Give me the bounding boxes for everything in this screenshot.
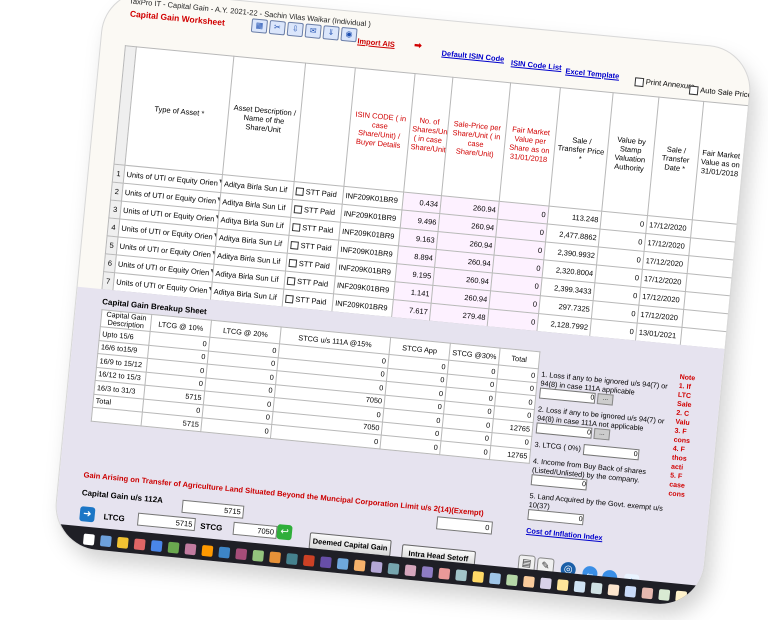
- taskbar-app-icon[interactable]: [404, 563, 417, 576]
- taskbar-app-icon[interactable]: [522, 575, 535, 588]
- taskbar-app-icon[interactable]: [302, 554, 315, 567]
- arrow-icon: ➡: [413, 39, 423, 51]
- taskbar-app-icon[interactable]: [269, 550, 282, 563]
- adjustments-panel: 1. Loss if any to be ignored u/s 94(7) o…: [526, 370, 681, 549]
- land-input[interactable]: 0: [527, 508, 585, 526]
- buyback-item: 4. Income from Buy Back of shares (Liste…: [530, 456, 673, 498]
- excel-template-link[interactable]: Excel Template: [565, 67, 620, 81]
- header-type: Type of Asset *: [124, 46, 234, 175]
- checkbox-icon[interactable]: [688, 85, 699, 95]
- taskbar-app-icon[interactable]: [421, 565, 434, 578]
- email-icon[interactable]: ✉: [304, 23, 322, 39]
- header-desc: Asset Description / Name of the Share/Un…: [222, 56, 306, 182]
- ltcg-input[interactable]: 5715: [136, 512, 196, 532]
- isin-list-link[interactable]: ISIN Code List: [511, 58, 562, 72]
- taskbar-app-icon[interactable]: [590, 581, 603, 594]
- excel-icon[interactable]: ▦: [250, 18, 269, 34]
- ltcg-zero-input[interactable]: 0: [582, 443, 640, 461]
- agri-land-input[interactable]: 0: [435, 516, 493, 535]
- import-ais-link[interactable]: Import AIS: [357, 36, 395, 49]
- taskbar-app-icon[interactable]: [624, 585, 637, 598]
- back-arrow-icon[interactable]: ↩: [276, 524, 293, 541]
- checkbox-icon[interactable]: [634, 76, 645, 87]
- stcg-input[interactable]: 7050: [232, 521, 278, 539]
- breakup-table: Capital Gain Description LTCG @ 10% LTCG…: [90, 309, 541, 464]
- taskbar-app-icon[interactable]: [573, 580, 586, 593]
- taskbar-app-icon[interactable]: [184, 542, 197, 555]
- taskbar-app-icon[interactable]: [455, 568, 468, 581]
- loss-111a-item: 1. Loss if any to be ignored u/s 94(7) o…: [538, 370, 681, 412]
- stt-checkbox-icon[interactable]: [293, 205, 303, 214]
- taskbar-app-icon[interactable]: [150, 539, 163, 552]
- taskbar-app-icon[interactable]: [133, 537, 146, 550]
- stt-checkbox-icon[interactable]: [285, 294, 294, 304]
- loss-non111a-item: 2. Loss if any to be ignored u/s 94(7) o…: [535, 404, 678, 446]
- taskbar-app-icon[interactable]: [607, 583, 620, 596]
- stt-checkbox-icon[interactable]: [291, 223, 301, 232]
- taskbar-app-icon[interactable]: [235, 547, 248, 560]
- taskbar-app-icon[interactable]: [505, 573, 518, 586]
- taskbar-app-icon[interactable]: [218, 546, 231, 559]
- ltcg-label: LTCG: [103, 512, 126, 524]
- taskbar-app-icon[interactable]: [201, 544, 214, 557]
- taskbar-app-icon[interactable]: [116, 536, 129, 549]
- taskbar-app-icon[interactable]: [82, 533, 95, 546]
- ellipsis-icon[interactable]: …: [593, 427, 611, 441]
- taskbar-app-icon[interactable]: [167, 541, 180, 554]
- tilted-screen: TaxPro IT - Capital Gain - A.Y. 2021-22 …: [52, 0, 754, 608]
- taskbar-app-icon[interactable]: [99, 534, 112, 547]
- taskbar-app-icon[interactable]: [472, 570, 485, 583]
- ellipsis-icon[interactable]: …: [596, 393, 614, 406]
- taskbar-app-icon[interactable]: [336, 557, 349, 570]
- taskbar-app-icon[interactable]: [353, 559, 366, 572]
- web-icon[interactable]: ◉: [340, 26, 358, 43]
- breakup-value: 12765: [489, 445, 531, 463]
- default-isin-link[interactable]: Default ISIN Code: [441, 49, 505, 64]
- taskbar-app-icon[interactable]: [438, 567, 451, 580]
- taskbar-app-icon[interactable]: [675, 590, 688, 603]
- capital-gain-window: TaxPro IT - Capital Gain - A.Y. 2021-22 …: [52, 0, 754, 608]
- auto-sale-price-check[interactable]: Auto Sale Price: [688, 85, 752, 100]
- down-icon[interactable]: ⇓: [322, 25, 340, 41]
- stt-checkbox-icon[interactable]: [288, 258, 298, 268]
- taskbar-app-icon[interactable]: [489, 572, 502, 585]
- taskbar-app-icon[interactable]: [641, 586, 654, 599]
- stt-checkbox-icon[interactable]: [286, 276, 296, 286]
- taskbar-app-icon[interactable]: [370, 560, 383, 573]
- cut-icon[interactable]: ✂: [268, 19, 286, 36]
- taskbar-app-icon[interactable]: [539, 577, 552, 590]
- arrow-right-icon[interactable]: ➜: [79, 506, 96, 523]
- import-icon[interactable]: ⇩: [286, 21, 304, 38]
- taskbar-app-icon[interactable]: [286, 552, 299, 565]
- print-annexure-check[interactable]: Print Annexure: [634, 76, 695, 91]
- stcg-label: STCG: [199, 521, 223, 533]
- stt-checkbox-icon[interactable]: [290, 240, 299, 250]
- cg112a-label: Capital Gain u/s 112A: [81, 488, 164, 505]
- taskbar-app-icon[interactable]: [252, 549, 265, 562]
- cg112a-input[interactable]: 5715: [181, 499, 245, 519]
- land-item: 5. Land Acquired by the Govt. exempt u/s…: [527, 491, 669, 533]
- taskbar-app-icon[interactable]: [658, 588, 671, 601]
- taskbar-app-icon[interactable]: [556, 578, 569, 591]
- taskbar-app-icon[interactable]: [387, 562, 400, 575]
- taskbar-app-icon[interactable]: [319, 555, 332, 568]
- stt-checkbox-icon[interactable]: [295, 187, 305, 196]
